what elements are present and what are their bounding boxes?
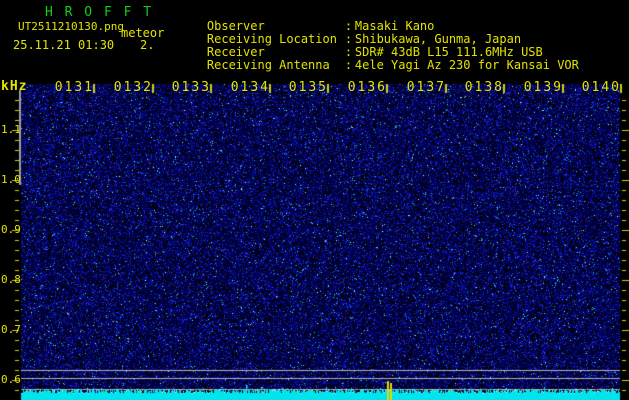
time-tick-label: 0135 bbox=[288, 80, 328, 95]
time-tick-label: 0137 bbox=[406, 80, 446, 95]
time-tick-label: 0132 bbox=[113, 80, 153, 95]
time-tick-label: 0131 bbox=[54, 80, 94, 95]
time-tick-label: 0139 bbox=[523, 80, 563, 95]
hrofft-output-image: H R O F F T UT2511210130.png meteor 25.1… bbox=[0, 0, 629, 400]
time-tick-label: 0136 bbox=[347, 80, 387, 95]
info-value: 4ele Yagi Az 230 for Kansai VOR bbox=[354, 58, 579, 72]
freq-tick-label: 0.8 bbox=[1, 273, 21, 286]
freq-axis-unit-label: kHz bbox=[1, 79, 28, 94]
freq-tick-label: 0.6 bbox=[1, 373, 21, 386]
info-label: Receiving Antenna bbox=[206, 58, 330, 72]
info-separator: : bbox=[344, 58, 353, 72]
time-tick-label: 0138 bbox=[464, 80, 504, 95]
freq-tick-label: 0.7 bbox=[1, 323, 21, 336]
time-tick-label: 0140 bbox=[581, 80, 621, 95]
time-tick-label: 0134 bbox=[230, 80, 270, 95]
freq-tick-label: 0.9 bbox=[1, 223, 21, 236]
datetime-label: 25.11.21 01:30 bbox=[13, 38, 115, 52]
freq-tick-label: 1.0 bbox=[1, 173, 21, 186]
info-row-antenna: Receiving Antenna:4ele Yagi Az 230 for K… bbox=[178, 47, 579, 83]
app-title: H R O F F T bbox=[45, 5, 154, 20]
echo-count: 2. bbox=[140, 38, 155, 52]
time-tick-label: 0133 bbox=[171, 80, 211, 95]
freq-tick-label: 1.1 bbox=[1, 123, 21, 136]
filename-label: UT2511210130.png bbox=[18, 20, 124, 33]
